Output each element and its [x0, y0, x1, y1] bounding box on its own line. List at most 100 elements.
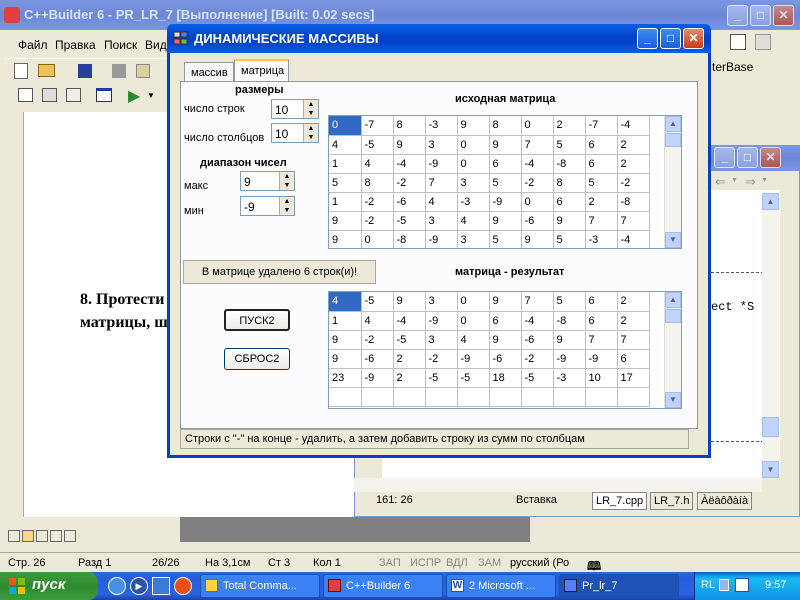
min-spinedit[interactable]: -9 ▲ ▼: [240, 196, 295, 216]
result-matrix-cell[interactable]: 0: [457, 292, 490, 312]
result-matrix-cell[interactable]: -3: [553, 368, 586, 388]
source-matrix-cell[interactable]: 3: [457, 230, 490, 248]
result-matrix-cell[interactable]: 6: [585, 292, 618, 312]
result-matrix-cell[interactable]: -9: [585, 349, 618, 369]
source-matrix-cell[interactable]: -8: [393, 230, 426, 248]
result-matrix-cell[interactable]: -5: [457, 368, 490, 388]
source-matrix-cell[interactable]: 0: [329, 116, 362, 136]
source-matrix-cell[interactable]: 0: [457, 154, 490, 174]
source-matrix-cell[interactable]: -3: [585, 230, 618, 248]
result-matrix-cell[interactable]: -5: [361, 292, 394, 312]
result-matrix-cell[interactable]: [361, 387, 394, 407]
source-matrix-cell[interactable]: 3: [425, 211, 458, 231]
result-matrix-cell[interactable]: 9: [489, 330, 522, 350]
internet-explorer-icon[interactable]: [108, 577, 126, 595]
reading-view-icon[interactable]: [64, 530, 76, 542]
forward-dropdown-icon[interactable]: ▼: [761, 177, 768, 184]
dialog-close-button[interactable]: ✕: [683, 28, 704, 49]
tray-network-icon[interactable]: [719, 579, 729, 591]
result-matrix-cell[interactable]: -6: [361, 349, 394, 369]
web-view-icon[interactable]: [22, 530, 34, 542]
source-grid-scrollbar[interactable]: ▲ ▼: [664, 116, 681, 248]
tray-monitor-icon[interactable]: [735, 578, 749, 592]
scroll-up-icon[interactable]: ▲: [665, 292, 681, 308]
show-desktop-icon[interactable]: [152, 577, 170, 595]
tab-matrix[interactable]: матрица: [234, 59, 289, 82]
source-matrix-cell[interactable]: -9: [425, 230, 458, 248]
result-matrix-cell[interactable]: [329, 387, 362, 407]
menu-edit[interactable]: Правка: [55, 38, 96, 52]
source-matrix-cell[interactable]: 5: [489, 230, 522, 248]
scroll-up-icon[interactable]: ▲: [665, 116, 681, 132]
source-matrix-cell[interactable]: 7: [617, 211, 650, 231]
source-matrix-cell[interactable]: 3: [457, 173, 490, 193]
source-matrix-cell[interactable]: -6: [393, 192, 426, 212]
spin-down-icon[interactable]: ▼: [280, 206, 294, 215]
source-matrix-cell[interactable]: 5: [585, 173, 618, 193]
source-matrix-cell[interactable]: -2: [361, 192, 394, 212]
source-matrix-cell[interactable]: -4: [393, 154, 426, 174]
result-matrix-cell[interactable]: 23: [329, 368, 362, 388]
editor-vertical-scrollbar[interactable]: ▲ ▼: [762, 193, 779, 478]
new-file-icon[interactable]: [14, 63, 28, 79]
source-matrix-cell[interactable]: 4: [425, 192, 458, 212]
result-matrix-grid[interactable]: 4 -5 9 3 0 9 7 5 6 2 1 4 -4 -9 0 6 -4 -8 6 2 9 -2 -5 3 4 9 -6 9 7 7 9-…: [328, 291, 682, 409]
source-matrix-cell[interactable]: -8: [617, 192, 650, 212]
result-matrix-cell[interactable]: -6: [521, 330, 554, 350]
rows-value[interactable]: 10: [275, 103, 288, 117]
source-matrix-cell[interactable]: -2: [393, 173, 426, 193]
result-matrix-cell[interactable]: -2: [361, 330, 394, 350]
source-matrix-cell[interactable]: 9: [457, 116, 490, 136]
scroll-thumb[interactable]: [665, 133, 681, 147]
result-matrix-cell[interactable]: -2: [425, 349, 458, 369]
scroll-up-icon[interactable]: ▲: [762, 193, 779, 210]
source-matrix-cell[interactable]: 8: [393, 116, 426, 136]
source-matrix-cell[interactable]: 6: [585, 154, 618, 174]
max-spinedit[interactable]: 9 ▲ ▼: [240, 171, 295, 191]
result-matrix-cell[interactable]: 2: [617, 311, 650, 331]
result-matrix-cell[interactable]: 3: [425, 292, 458, 312]
result-grid-scrollbar[interactable]: ▲ ▼: [664, 292, 681, 408]
status-ext[interactable]: ВДЛ: [446, 557, 468, 569]
result-matrix-cell[interactable]: -2: [521, 349, 554, 369]
result-matrix-cell[interactable]: 17: [617, 368, 650, 388]
forward-icon[interactable]: ⇒: [745, 174, 756, 190]
run-button[interactable]: ПУСК2: [224, 309, 290, 331]
source-matrix-cell[interactable]: -5: [361, 135, 394, 155]
result-matrix-cell[interactable]: [585, 387, 618, 407]
source-matrix-cell[interactable]: -7: [361, 116, 394, 136]
source-matrix-cell[interactable]: -9: [489, 192, 522, 212]
min-value[interactable]: -9: [244, 200, 255, 214]
taskbar-item-pr-lr-7[interactable]: Pr_lr_7: [559, 574, 679, 598]
toggle-form-unit-icon[interactable]: [66, 88, 81, 102]
source-matrix-cell[interactable]: -4: [617, 116, 650, 136]
save-icon[interactable]: [78, 64, 92, 78]
source-matrix-cell[interactable]: 2: [585, 192, 618, 212]
result-matrix-cell[interactable]: 4: [457, 330, 490, 350]
source-matrix-cell[interactable]: 5: [553, 230, 586, 248]
source-matrix-cell[interactable]: -4: [617, 230, 650, 248]
source-matrix-cell[interactable]: 8: [489, 116, 522, 136]
spin-up-icon[interactable]: ▲: [280, 172, 294, 181]
result-matrix-cell[interactable]: 18: [489, 368, 522, 388]
result-matrix-cell[interactable]: 6: [585, 311, 618, 331]
source-matrix-cell[interactable]: 2: [617, 154, 650, 174]
spin-down-icon[interactable]: ▼: [304, 133, 318, 142]
source-matrix-cell[interactable]: 9: [329, 230, 362, 248]
result-matrix-cell[interactable]: 1: [329, 311, 362, 331]
back-dropdown-icon[interactable]: ▼: [731, 177, 738, 184]
minimize-button[interactable]: _: [727, 5, 748, 26]
source-matrix-cell[interactable]: 8: [553, 173, 586, 193]
tab-lr7-cpp[interactable]: LR_7.cpp: [592, 492, 648, 510]
result-matrix-cell[interactable]: 9: [489, 292, 522, 312]
source-matrix-cell[interactable]: -2: [521, 173, 554, 193]
taskbar-item-total-commander[interactable]: Total Comma...: [200, 574, 320, 598]
taskbar-item-cpp-builder[interactable]: C++Builder 6: [323, 574, 443, 598]
normal-view-icon[interactable]: [8, 530, 20, 542]
source-matrix-cell[interactable]: 3: [425, 135, 458, 155]
source-matrix-cell[interactable]: 9: [489, 135, 522, 155]
result-matrix-cell[interactable]: [617, 387, 650, 407]
source-matrix-cell[interactable]: 0: [361, 230, 394, 248]
menu-file[interactable]: Файл: [18, 38, 48, 52]
result-matrix-cell[interactable]: -9: [361, 368, 394, 388]
